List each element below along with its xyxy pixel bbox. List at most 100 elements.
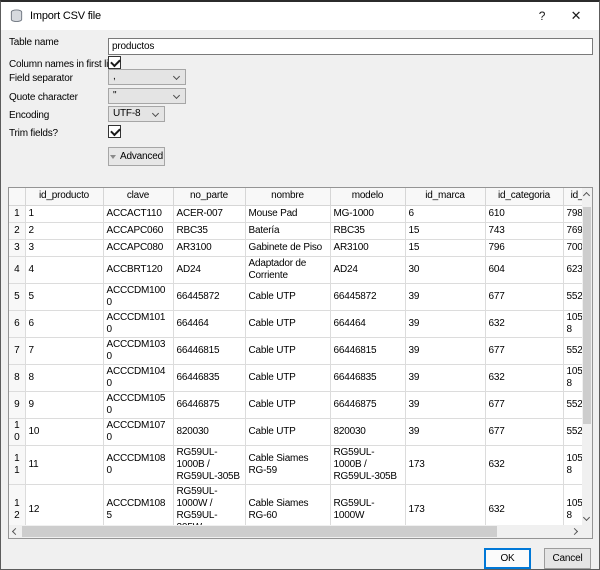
chevron-right-icon [570,527,579,536]
row-number: 9 [9,391,26,419]
table-cell: Cable UTP [245,283,331,311]
table-cell: 552 [563,418,582,446]
chevron-down-icon [172,72,181,81]
table-cell: 1058 [563,445,582,485]
row-number: 6 [9,310,26,338]
horizontal-scroll-thumb[interactable] [22,526,497,537]
column-names-label: Column names in first line [9,59,119,70]
table-cell: 15 [405,222,486,240]
table-row: 7 7 ACCCDM1030 66446815 Cable UTP 66446815 39 6… [9,337,582,365]
table-cell: ACCCDM1030 [103,337,174,365]
ok-button-label: OK [500,553,515,564]
table-cell: Cable UTP [245,418,331,446]
row-number: 7 [9,337,26,365]
close-icon[interactable]: ✕ [559,2,593,30]
table-cell: 610 [485,205,564,223]
row-number: 2 [9,222,26,240]
table-cell: 66445872 [330,283,406,311]
vertical-scroll-thumb[interactable] [583,207,591,424]
table-cell: 632 [485,445,564,485]
table-cell: Batería [245,222,331,240]
table-row: 11 11 ACCCDM1080 RG59UL-1000B / RG59UL-305B… [9,445,582,485]
horizontal-scrollbar[interactable] [9,525,582,538]
table-cell: ACCAPC080 [103,239,174,257]
cancel-button[interactable]: Cancel [544,548,591,569]
quote-character-select[interactable]: " [108,88,186,104]
help-icon[interactable]: ? [525,2,559,30]
ok-button[interactable]: OK [484,548,531,569]
table-row: 1212ACCCDM1085RG59UL-1000W / RG59UL-305W… [9,484,582,525]
table-cell: AD24 [173,256,246,284]
table-cell: Mouse Pad [245,205,331,223]
table-cell: 6 [25,310,104,338]
row-number: 11 [9,445,26,485]
scroll-left-button[interactable] [9,525,21,538]
row-number: 3 [9,239,26,257]
chevron-down-icon [151,109,160,118]
table-cell: 632 [485,310,564,338]
trim-fields-checkbox[interactable] [108,125,121,138]
scroll-up-button[interactable] [582,188,592,200]
scroll-down-button[interactable] [582,513,592,525]
title-bar: Import CSV file ? ✕ [1,2,599,30]
table-cell: 632 [485,364,564,392]
table-cell: 66446835 [330,364,406,392]
table-cell: 11 [25,445,104,485]
table-cell: 66446835 [173,364,246,392]
table-cell: 66445872 [173,283,246,311]
table-cell: ACCCDM1010 [103,310,174,338]
table-cell: 677 [485,391,564,419]
table-cell: RBC35 [173,222,246,240]
table-cell: Cable UTP [245,310,331,338]
table-cell: 552 [563,391,582,419]
column-header: id_categoria [485,188,564,206]
table-cell: Cable UTP [245,364,331,392]
table-cell: AR3100 [330,239,406,257]
row-number: 8 [9,364,26,392]
encoding-select[interactable]: UTF-8 [108,106,165,122]
table-cell: Cable Siames RG-59 [245,445,331,485]
table-cell: 5 [25,283,104,311]
corner-cell [9,188,26,206]
table-name-input[interactable] [108,38,593,55]
column-header: nombre [245,188,331,206]
table-cell: 3 [25,239,104,257]
column-header: id_producto [25,188,104,206]
preview-grid: id_producto clave no_parte nombre modelo id_m… [9,188,582,525]
advanced-button[interactable]: Advanced [108,147,165,166]
table-cell: ACCCDM1080 [103,445,174,485]
table-cell: Gabinete de Piso [245,239,331,257]
table-cell: RG59UL-1000B / RG59UL-305B [330,445,406,485]
table-cell: 677 [485,283,564,311]
table-cell: 1 [25,205,104,223]
table-cell: 9 [25,391,104,419]
table-cell: 677 [485,418,564,446]
table-cell: 1058 [563,310,582,338]
table-cell: 39 [405,391,486,419]
table-row: 6 6 ACCCDM1010 664464 Cable UTP 664464 39 632 10… [9,310,582,338]
table-cell: 66446815 [173,337,246,365]
quote-character-value: " [113,90,117,101]
table-cell: RG59UL-1000W [330,484,406,525]
table-row: 4 4 ACCBRT120 AD24 Adaptador de Corriente AD2… [9,256,582,284]
column-names-checkbox[interactable] [108,56,121,69]
table-cell: Adaptador de Corriente [245,256,331,284]
chevron-left-icon [11,527,20,536]
table-cell: ACCACT110 [103,205,174,223]
row-number: 4 [9,256,26,284]
import-csv-dialog: Import CSV file ? ✕ Table name Column na… [0,0,600,570]
table-cell: ACCCDM1070 [103,418,174,446]
table-cell: 173 [405,484,486,525]
column-header: id_ [563,188,582,206]
table-cell: ACCCDM1000 [103,283,174,311]
scrollbar-corner [582,525,592,538]
scroll-right-button[interactable] [570,525,582,538]
table-cell: ACCBRT120 [103,256,174,284]
table-cell: AR3100 [173,239,246,257]
table-cell: 4 [25,256,104,284]
table-cell: Cable UTP [245,391,331,419]
vertical-scrollbar[interactable] [582,188,592,525]
table-row: 1 1 ACCACT110 ACER-007 Mouse Pad MG-1000 6 610 7… [9,205,582,223]
table-cell: AD24 [330,256,406,284]
field-separator-select[interactable]: , [108,69,186,85]
